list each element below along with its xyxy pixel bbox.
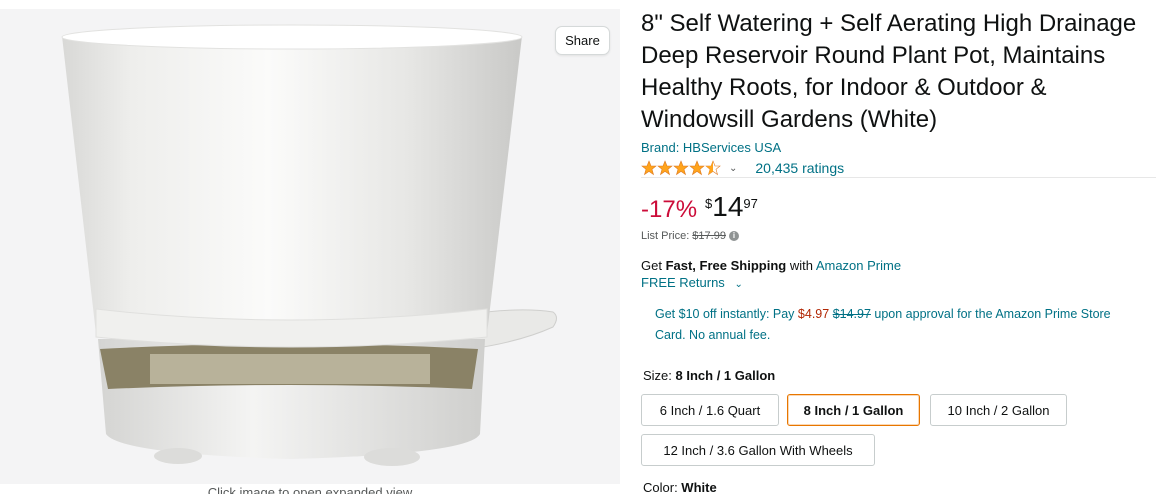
- color-label: Color: White: [643, 480, 717, 494]
- product-title: 8" Self Watering + Self Aerating High Dr…: [641, 10, 1137, 133]
- star-rating[interactable]: [641, 160, 721, 176]
- size-label-text: Size:: [643, 368, 676, 383]
- ratings-count-link[interactable]: 20,435 ratings: [755, 160, 844, 176]
- price: $ 14 97: [705, 190, 758, 221]
- price-whole: 14: [712, 191, 744, 222]
- brand-link[interactable]: Brand: HBServices USA: [641, 140, 1156, 156]
- info-icon[interactable]: i: [728, 231, 739, 241]
- divider: [641, 177, 1156, 178]
- size-option-6-inch[interactable]: 6 Inch / 1.6 Quart: [641, 394, 779, 426]
- price-currency: $: [705, 196, 713, 211]
- free-returns-label: FREE Returns: [641, 275, 725, 290]
- price-fraction: 97: [743, 196, 758, 211]
- size-option-10-inch[interactable]: 10 Inch / 2 Gallon: [930, 394, 1067, 426]
- size-option-8-inch[interactable]: 8 Inch / 1 Gallon: [787, 394, 920, 426]
- product-image-panel[interactable]: Share: [0, 9, 620, 484]
- shipping-info: Get Fast, Free Shipping with Amazon Prim…: [641, 256, 901, 276]
- stars-icon: [641, 160, 721, 176]
- list-price-label: List Price:: [641, 230, 690, 242]
- list-price: List Price: $17.99 i: [641, 230, 739, 242]
- share-button[interactable]: Share: [555, 26, 610, 55]
- shipping-middle: with: [786, 258, 816, 273]
- shipping-prefix: Get: [641, 258, 666, 273]
- promo-orig-price: $14.97: [832, 307, 871, 321]
- promo-pay-price: $4.97: [797, 307, 830, 321]
- promo-text-1: Get $10 off instantly: Pay: [655, 307, 798, 321]
- size-selected: 8 Inch / 1 Gallon: [675, 368, 776, 383]
- size-label: Size: 8 Inch / 1 Gallon: [643, 368, 775, 383]
- product-image[interactable]: [0, 9, 620, 484]
- shipping-bold: Fast, Free Shipping: [665, 258, 787, 273]
- rating-row: ⌄ 20,435 ratings: [641, 158, 1156, 178]
- amazon-prime-link[interactable]: Amazon Prime: [816, 258, 901, 273]
- color-label-text: Color:: [643, 480, 682, 494]
- image-caption: Click image to open expanded view: [207, 485, 413, 494]
- list-price-value: $17.99: [692, 230, 726, 242]
- price-row: -17% $ 14 97: [641, 190, 758, 230]
- free-returns-link[interactable]: FREE Returns ⌄: [641, 275, 743, 290]
- chevron-down-icon: ⌄: [734, 279, 743, 290]
- store-card-promo[interactable]: Get $10 off instantly: Pay $4.97 $14.97 …: [655, 304, 1125, 346]
- discount-percent: -17%: [641, 196, 698, 223]
- product-details: 8" Self Watering + Self Aerating High Dr…: [641, 8, 1156, 178]
- size-option-12-inch[interactable]: 12 Inch / 3.6 Gallon With Wheels: [641, 434, 875, 466]
- color-selected: White: [681, 480, 717, 494]
- chevron-down-icon[interactable]: ⌄: [729, 163, 737, 174]
